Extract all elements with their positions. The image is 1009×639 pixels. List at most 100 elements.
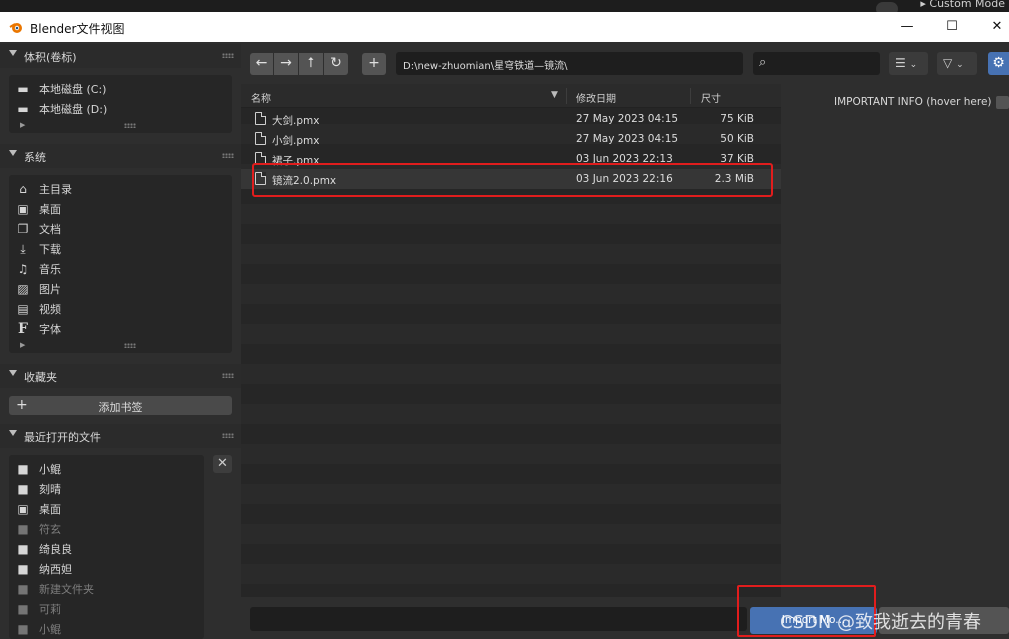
collapse-triangle-icon: [9, 150, 17, 156]
add-bookmark-button[interactable]: + 添加书签: [9, 396, 232, 415]
folder-icon: ■: [17, 462, 29, 476]
recent-item-label: 纳西妲: [39, 563, 72, 576]
resize-handle[interactable]: [124, 123, 136, 128]
window-title: Blender文件视图: [30, 22, 125, 36]
recent-item[interactable]: ▣ 桌面: [16, 500, 61, 518]
custom-mode-text: Custom Mode: [929, 0, 1005, 10]
sidebar-item-fonts[interactable]: F 字体: [16, 320, 61, 338]
file-date: 27 May 2023 04:15: [576, 133, 679, 145]
sidebar-item-label: 字体: [39, 323, 61, 336]
list-view-icon: ☰: [895, 56, 906, 70]
folder-icon: ■: [17, 542, 29, 556]
recent-item[interactable]: ■ 可莉: [16, 600, 61, 618]
custom-mode-label: ▸ Custom Mode: [920, 0, 1005, 10]
watermark: CSDN @致我逝去的青春: [780, 612, 982, 633]
column-size[interactable]: 尺寸: [701, 90, 721, 105]
drag-grip-icon[interactable]: [222, 433, 234, 438]
minimize-button[interactable]: —: [892, 16, 922, 38]
filename-field[interactable]: [250, 607, 747, 631]
recent-header[interactable]: 最近打开的文件: [0, 424, 241, 448]
expand-arrow-icon[interactable]: ▶: [20, 121, 25, 129]
recent-item[interactable]: ■ 符玄: [16, 520, 61, 538]
file-size: 75 KiB: [720, 113, 754, 125]
documents-icon: ❐: [17, 222, 29, 236]
disk-icon: ▬: [17, 102, 29, 116]
recent-item[interactable]: ■ 绮良良: [16, 540, 72, 558]
collapse-triangle-icon: [9, 50, 17, 56]
sidebar-item-music[interactable]: ♫ 音乐: [16, 260, 61, 278]
sidebar-item-disk-d[interactable]: ▬ 本地磁盘 (D:): [16, 100, 107, 118]
forward-button[interactable]: →: [274, 53, 298, 75]
music-icon: ♫: [17, 262, 29, 276]
recent-item[interactable]: ■ 小鲲: [16, 620, 61, 638]
settings-gear-button[interactable]: ⚙: [988, 52, 1009, 75]
system-header[interactable]: 系统: [0, 144, 241, 168]
sidebar-item-desktop[interactable]: ▣ 桌面: [16, 200, 61, 218]
add-bookmark-label: 添加书签: [98, 401, 143, 414]
sidebar-item-videos[interactable]: ▤ 视频: [16, 300, 61, 318]
recent-item[interactable]: ■ 小鲲: [16, 460, 61, 478]
refresh-button[interactable]: ↻: [324, 53, 348, 75]
close-window-button[interactable]: ✕: [982, 16, 1009, 38]
sidebar: 体积(卷标) ▬ 本地磁盘 (C:) ▬ 本地磁盘 (D:) ▶ 系统 ⌂ 主目录 ▣…: [0, 42, 241, 639]
display-mode-dropdown[interactable]: ☰ ⌄: [889, 52, 928, 75]
drag-grip-icon[interactable]: [222, 373, 234, 378]
collapse-triangle-icon: [9, 370, 17, 376]
clear-recent-button[interactable]: ✕: [213, 455, 232, 473]
expand-arrow-icon[interactable]: ▶: [20, 341, 25, 349]
volumes-title: 体积(卷标): [24, 51, 77, 64]
column-date[interactable]: 修改日期: [576, 90, 616, 105]
sidebar-item-label: 文档: [39, 223, 61, 236]
filter-dropdown[interactable]: ▽ ⌄: [937, 52, 977, 75]
sidebar-item-label: 图片: [39, 283, 61, 296]
recent-item[interactable]: ■ 新建文件夹: [16, 580, 94, 598]
file-row[interactable]: 小剑.pmx 27 May 2023 04:15 50 KiB: [241, 129, 781, 149]
new-folder-button[interactable]: +: [362, 53, 386, 75]
maximize-button[interactable]: ☐: [937, 16, 967, 38]
recent-item[interactable]: ■ 刻晴: [16, 480, 61, 498]
sidebar-item-label: 本地磁盘 (D:): [39, 103, 108, 116]
file-name: 大剑.pmx: [272, 115, 320, 127]
sidebar-item-label: 音乐: [39, 263, 61, 276]
important-info-label[interactable]: IMPORTANT INFO (hover here): [834, 96, 992, 108]
file-toolbar: ← → ⭡ ↻ + D:\new-zhuomian\星穹铁道—镜流\ ⌕ ☰ ⌄…: [241, 42, 1009, 84]
path-field[interactable]: D:\new-zhuomian\星穹铁道—镜流\: [396, 52, 743, 75]
file-row[interactable]: 大剑.pmx 27 May 2023 04:15 75 KiB: [241, 109, 781, 129]
sidebar-item-pictures[interactable]: ▨ 图片: [16, 280, 61, 298]
bookmarks-header[interactable]: 收藏夹: [0, 364, 241, 388]
file-icon: [255, 112, 266, 125]
sidebar-item-label: 桌面: [39, 203, 61, 216]
recent-item[interactable]: ■ 纳西妲: [16, 560, 72, 578]
column-name[interactable]: 名称: [251, 90, 271, 105]
drag-grip-icon[interactable]: [222, 153, 234, 158]
recent-title: 最近打开的文件: [24, 431, 101, 444]
home-icon: ⌂: [19, 182, 27, 196]
sidebar-item-home[interactable]: ⌂ 主目录: [16, 180, 72, 198]
search-field[interactable]: ⌕: [753, 52, 880, 75]
sidebar-item-disk-c[interactable]: ▬ 本地磁盘 (C:): [16, 80, 106, 98]
sort-arrow-icon[interactable]: ▼: [551, 90, 558, 100]
sidebar-item-documents[interactable]: ❐ 文档: [16, 220, 61, 238]
folder-icon: ■: [17, 562, 29, 576]
recent-item-label: 小鲲: [39, 463, 61, 476]
resize-handle[interactable]: [124, 343, 136, 348]
recent-item-label: 新建文件夹: [39, 583, 94, 596]
file-date: 27 May 2023 04:15: [576, 113, 679, 125]
collapse-triangle-icon: [9, 430, 17, 436]
recent-item-label: 符玄: [39, 523, 61, 536]
filter-icon: ▽: [943, 56, 953, 70]
parent-directory-button[interactable]: ⭡: [299, 53, 323, 75]
volumes-header[interactable]: 体积(卷标): [0, 44, 241, 68]
blender-logo-icon: [9, 23, 22, 33]
sidebar-item-downloads[interactable]: ⤓ 下载: [16, 240, 61, 258]
download-icon: ⤓: [20, 242, 26, 256]
options-panel: IMPORTANT INFO (hover here): [781, 84, 1009, 597]
annotation-highlight-box: [252, 163, 773, 197]
desktop-icon: ▣: [17, 502, 29, 516]
sidebar-item-label: 下载: [39, 243, 61, 256]
file-list: 名称 ▼ 修改日期 尺寸 大剑.pmx 27 May 2023 04:15 75…: [241, 84, 781, 597]
important-info-checkbox[interactable]: [996, 96, 1009, 109]
drag-grip-icon[interactable]: [222, 53, 234, 58]
back-button[interactable]: ←: [250, 53, 273, 75]
bookmarks-title: 收藏夹: [24, 371, 57, 384]
